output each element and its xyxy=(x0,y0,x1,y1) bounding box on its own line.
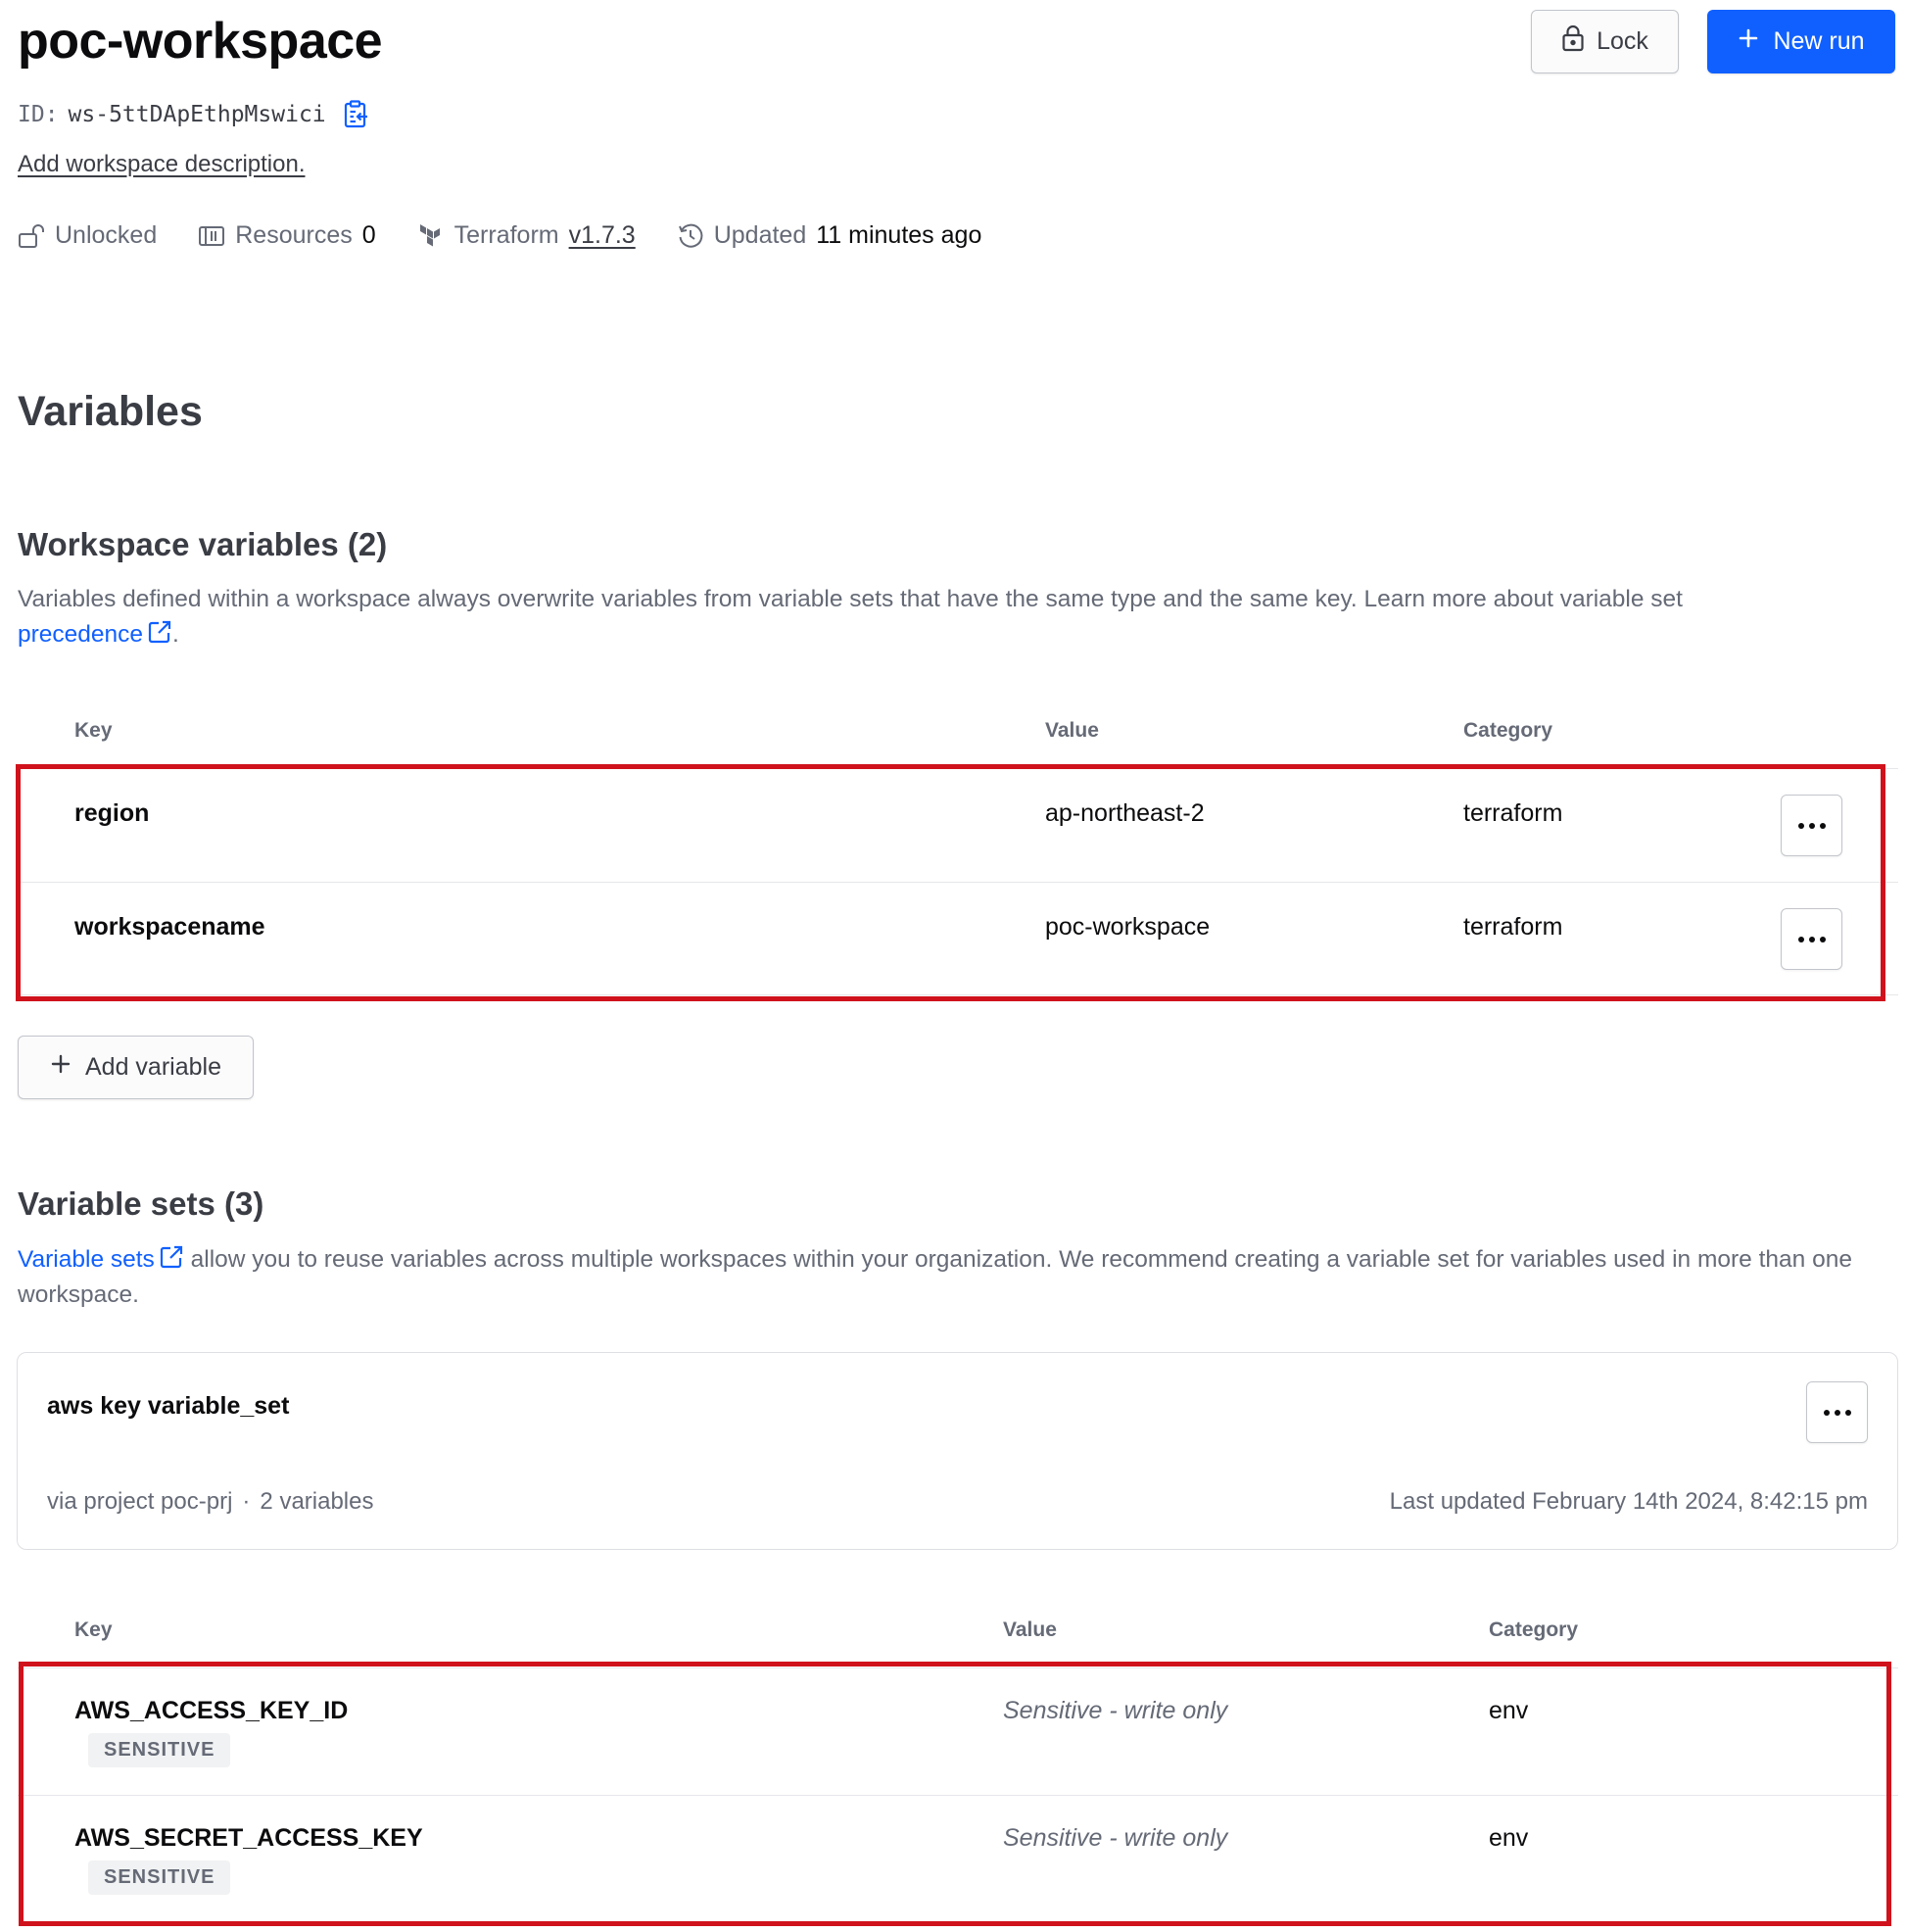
table-row: AWS_SECRET_ACCESS_KEY SENSITIVE Sensitiv… xyxy=(0,1795,1908,1922)
variable-value: Sensitive - write only xyxy=(1003,1697,1228,1724)
variable-sets-description: Variable sets allow you to reuse variabl… xyxy=(18,1242,1888,1313)
table-divider xyxy=(18,994,1898,995)
new-run-button-label: New run xyxy=(1773,27,1865,55)
variable-key: region xyxy=(74,799,150,827)
variable-category: terraform xyxy=(1463,913,1563,941)
history-icon xyxy=(677,222,704,250)
variable-set-last-updated: Last updated February 14th 2024, 8:42:15… xyxy=(1389,1488,1868,1515)
variable-value: poc-workspace xyxy=(1045,913,1211,941)
updated-info: Updated 11 minutes ago xyxy=(677,221,982,250)
column-header-value: Value xyxy=(1003,1618,1057,1641)
precedence-link-label: precedence xyxy=(18,621,144,648)
description-period: . xyxy=(172,621,179,648)
add-variable-label: Add variable xyxy=(85,1053,221,1081)
variable-sets-description-text: allow you to reuse variables across mult… xyxy=(18,1246,1852,1308)
add-variable-button[interactable]: Add variable xyxy=(18,1036,254,1099)
external-link-icon xyxy=(147,619,172,645)
variable-set-name: aws key variable_set xyxy=(47,1392,290,1420)
table-row: workspacename poc-workspace terraform xyxy=(0,882,1908,994)
variable-category: env xyxy=(1489,1697,1529,1724)
workspace-id-label: ID: xyxy=(18,102,59,127)
meta-separator: · xyxy=(242,1488,251,1515)
row-actions-button[interactable] xyxy=(1781,908,1842,970)
plus-icon xyxy=(50,1053,72,1082)
variable-sets-link[interactable]: Variable sets xyxy=(18,1244,184,1273)
workspace-id-row: ID: ws-5ttDApEthpMswici xyxy=(18,100,371,129)
workspace-id-value: ws-5ttDApEthpMswici xyxy=(68,102,326,127)
lock-icon xyxy=(1561,24,1585,59)
sensitive-badge: SENSITIVE xyxy=(88,1733,231,1767)
variable-value: Sensitive - write only xyxy=(1003,1824,1228,1852)
resources-label: Resources xyxy=(235,221,353,249)
variable-key: workspacename xyxy=(74,913,265,941)
variable-key-cell: AWS_ACCESS_KEY_ID SENSITIVE xyxy=(74,1697,348,1767)
updated-label: Updated xyxy=(713,221,807,249)
variable-category: env xyxy=(1489,1824,1529,1852)
new-run-button[interactable]: New run xyxy=(1707,10,1895,73)
resources-icon xyxy=(198,222,225,250)
workspace-variables-description-text: Variables defined within a workspace alw… xyxy=(18,586,1683,612)
variable-sets-heading: Variable sets (3) xyxy=(18,1185,264,1222)
column-header-category: Category xyxy=(1489,1618,1579,1641)
lock-button-label: Lock xyxy=(1597,27,1648,55)
variable-set-actions-button[interactable] xyxy=(1806,1381,1868,1443)
lock-status: Unlocked xyxy=(18,221,157,250)
updated-value: 11 minutes ago xyxy=(816,221,982,249)
table-row: region ap-northeast-2 terraform xyxy=(0,768,1908,882)
variable-value: ap-northeast-2 xyxy=(1045,799,1205,827)
precedence-link[interactable]: precedence xyxy=(18,619,172,648)
external-link-icon xyxy=(159,1244,184,1270)
unlock-icon xyxy=(18,222,45,250)
plus-icon xyxy=(1738,27,1759,56)
page-title: poc-workspace xyxy=(18,13,383,70)
column-header-key: Key xyxy=(74,1618,113,1641)
terraform-version: Terraform v1.7.3 xyxy=(417,221,636,250)
resources-value: 0 xyxy=(361,221,376,249)
row-actions-button[interactable] xyxy=(1781,795,1842,856)
lock-status-text: Unlocked xyxy=(55,221,158,249)
copy-icon[interactable] xyxy=(342,100,371,129)
variables-heading: Variables xyxy=(18,388,203,435)
workspace-variables-description: Variables defined within a workspace alw… xyxy=(18,582,1888,652)
add-description-link[interactable]: Add workspace description. xyxy=(18,151,305,178)
variable-set-card: aws key variable_set via project poc-prj… xyxy=(17,1352,1898,1550)
column-header-key: Key xyxy=(74,719,113,742)
column-header-value: Value xyxy=(1045,719,1099,742)
workspace-meta: Unlocked Resources 0 Terraform v1.7.3 Up… xyxy=(18,221,1023,250)
variable-sets-link-label: Variable sets xyxy=(18,1246,155,1273)
variable-key: AWS_ACCESS_KEY_ID xyxy=(74,1697,349,1724)
sensitive-badge: SENSITIVE xyxy=(88,1860,231,1895)
terraform-label: Terraform xyxy=(453,221,559,249)
terraform-icon xyxy=(417,222,445,250)
variable-set-meta: via project poc-prj · 2 variables xyxy=(47,1488,373,1516)
table-row: AWS_ACCESS_KEY_ID SENSITIVE Sensitive - … xyxy=(0,1667,1908,1795)
variable-key-cell: AWS_SECRET_ACCESS_KEY SENSITIVE xyxy=(74,1824,423,1895)
variable-set-count: 2 variables xyxy=(260,1488,374,1515)
lock-button[interactable]: Lock xyxy=(1531,10,1679,73)
column-header-category: Category xyxy=(1463,719,1553,742)
variable-set-project: via project poc-prj xyxy=(47,1488,233,1515)
resources-count: Resources 0 xyxy=(198,221,376,250)
variable-key: AWS_SECRET_ACCESS_KEY xyxy=(74,1824,423,1852)
variable-category: terraform xyxy=(1463,799,1563,827)
terraform-version-link[interactable]: v1.7.3 xyxy=(569,221,636,250)
workspace-variables-heading: Workspace variables (2) xyxy=(18,526,388,562)
